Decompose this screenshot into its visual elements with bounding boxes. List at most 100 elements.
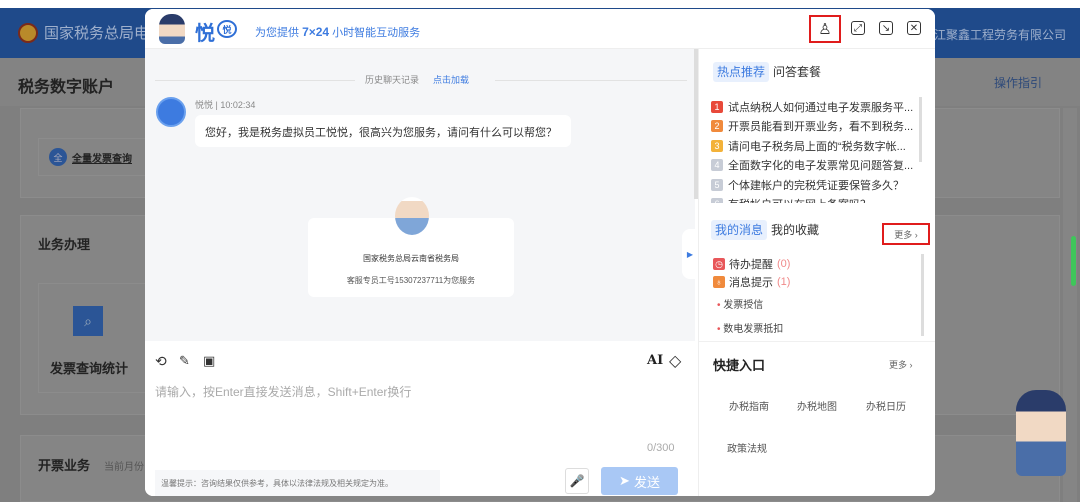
edit-icon[interactable]: ✎ xyxy=(179,353,190,369)
hot-question[interactable]: 1 试点纳税人如何通过电子发票服务平... xyxy=(711,97,919,117)
tab-hot[interactable]: 热点推荐 xyxy=(713,62,770,82)
hot-question[interactable]: 6 有税帐户可以在网上备案吗？ xyxy=(711,195,919,203)
calendar-icon[interactable]: ▣ xyxy=(203,353,215,369)
hot-question-text: 全面数字化的电子发票常见问题答复... xyxy=(728,160,914,173)
microphone-icon: 🎤 xyxy=(569,474,585,488)
hot-question-text: 请问电子税务局上面的“税务数字帐... xyxy=(728,140,906,153)
dialog-header: 悦 悦 为您提供 7×24 小时智能互动服务 ♙ ⤢ ↘ ✕ xyxy=(145,9,935,49)
divider xyxy=(699,341,935,342)
hot-question[interactable]: 3 请问电子税务局上面的“税务数字帐... xyxy=(711,136,919,156)
expand-button[interactable]: ⤢ xyxy=(851,21,865,35)
message-notice[interactable]: ♁ 消息提示 (1) xyxy=(713,274,790,290)
logo-badge-icon: 悦 xyxy=(217,20,237,38)
hot-tabs: 热点推荐 问答套餐 xyxy=(713,62,821,82)
hot-question-text: 开票员能看到开票业务，看不到税务... xyxy=(728,121,914,134)
page-title: 税务数字账户 xyxy=(18,79,115,96)
agent-photo xyxy=(395,197,429,235)
billing-heading: 开票业务 xyxy=(38,458,91,473)
eraser-icon[interactable]: ◇ xyxy=(669,351,681,371)
mascot-avatar-icon xyxy=(159,14,185,44)
notice-item-label: 数电发票抵扣 xyxy=(723,324,784,335)
close-button[interactable]: ✕ xyxy=(907,21,921,35)
invoice-stats-icon: ⌕ xyxy=(73,306,103,336)
tagline-suffix: 小时智能互动服务 xyxy=(329,27,421,39)
messages-more-button[interactable]: 更多 › xyxy=(882,223,930,245)
site-brand[interactable]: 国家税务总局电 xyxy=(18,22,149,43)
service-icon[interactable]: ⟲ xyxy=(155,353,167,370)
clock-icon: ◷ xyxy=(713,258,725,270)
tagline-bold: 7×24 xyxy=(302,25,330,39)
message-scrollbar[interactable] xyxy=(921,254,924,336)
emblem-icon xyxy=(18,22,38,43)
assistant-mascot-icon[interactable] xyxy=(1016,390,1066,476)
hot-question-text: 有税帐户可以在网上备案吗？ xyxy=(728,196,871,203)
billing-sub: 当前月份 xyxy=(104,462,144,473)
todo-label: 待办提醒 xyxy=(729,259,773,271)
scroll-thumb[interactable] xyxy=(1071,236,1076,286)
notice-count: (1) xyxy=(777,276,791,288)
tagline: 为您提供 7×24 小时智能互动服务 xyxy=(255,24,420,40)
hot-question[interactable]: 4 全面数字化的电子发票常见问题答复... xyxy=(711,156,919,176)
notice-item[interactable]: • 数电发票抵扣 xyxy=(717,320,783,335)
agent-id: 客服专员工号15307237711为您服务 xyxy=(346,276,476,285)
guide-link[interactable]: 操作指引 xyxy=(994,74,1042,91)
expand-icon: ⤢ xyxy=(854,22,862,34)
history-label: 历史聊天记录 xyxy=(365,75,420,85)
bot-meta: 悦悦 | 10:02:34 xyxy=(195,100,256,110)
send-label: 发送 xyxy=(633,474,660,490)
panel-toggle-button[interactable]: ▶ xyxy=(682,229,698,279)
message-input[interactable]: 请输入，按Enter直接发送消息，Shift+Enter换行 xyxy=(155,383,685,443)
invoice-query-label: 全量发票查询 xyxy=(72,153,132,165)
user-icon: ♙ xyxy=(818,21,832,38)
quick-tax-calendar[interactable]: 办税日历 xyxy=(866,398,906,413)
notice-item[interactable]: • 发票授信 xyxy=(717,296,763,311)
tab-my-favorites[interactable]: 我的收藏 xyxy=(771,223,819,237)
bot-avatar xyxy=(156,97,186,127)
rank-badge: 6 xyxy=(711,198,723,203)
chat-dialog: 悦 悦 为您提供 7×24 小时智能互动服务 ♙ ⤢ ↘ ✕ 历史聊天记录 点击… xyxy=(145,9,935,496)
tab-qa-package[interactable]: 问答套餐 xyxy=(773,65,821,79)
quick-tax-guide[interactable]: 办税指南 xyxy=(729,398,769,413)
divider xyxy=(155,80,355,81)
bulb-icon: ♁ xyxy=(713,276,725,288)
hot-list: 1 试点纳税人如何通过电子发票服务平... 2 开票员能看到开票业务，看不到税务...… xyxy=(711,97,919,203)
minimize-button[interactable]: ↘ xyxy=(879,21,893,35)
tagline-prefix: 为您提供 xyxy=(255,27,303,39)
microphone-button[interactable]: 🎤 xyxy=(565,468,589,494)
input-area: ⟲ ✎ ▣ AI ◇ 请输入，按Enter直接发送消息，Shift+Enter换… xyxy=(145,341,695,496)
quick-more-link[interactable]: 更多 › xyxy=(889,358,913,371)
invoice-query-icon: 全 xyxy=(49,148,67,166)
tab-my-messages[interactable]: 我的消息 xyxy=(711,220,768,240)
notice-item-label: 发票授信 xyxy=(723,300,764,311)
rank-badge: 1 xyxy=(711,100,723,113)
chat-area: 历史聊天记录 点击加载 悦悦 | 10:02:34 您好，我是税务虚拟员工悦悦，… xyxy=(145,49,698,341)
hot-question[interactable]: 5 个体建帐户的完税凭证要保管多久？ xyxy=(711,175,919,195)
ai-button[interactable]: AI xyxy=(647,353,663,368)
notice-label: 消息提示 xyxy=(729,277,773,289)
user-profile-button[interactable]: ♙ xyxy=(809,15,841,43)
hot-question[interactable]: 2 开票员能看到开票业务，看不到税务... xyxy=(711,117,919,137)
caret-right-icon: ▶ xyxy=(686,249,694,259)
logo-text: 悦 xyxy=(195,23,215,45)
rank-badge: 4 xyxy=(711,159,723,172)
send-button[interactable]: ➤ 发送 xyxy=(601,467,678,495)
load-history-link[interactable]: 点击加载 xyxy=(433,73,469,86)
todo-reminder[interactable]: ◷ 待办提醒 (0) xyxy=(713,256,790,272)
rank-badge: 5 xyxy=(711,178,723,191)
quick-tax-map[interactable]: 办税地图 xyxy=(797,398,837,413)
send-icon: ➤ xyxy=(619,473,630,488)
invoice-query-button[interactable]: 全全量发票查询 xyxy=(38,138,148,176)
char-count: 0/300 xyxy=(647,442,675,454)
invoice-stats-label: 发票查询统计 xyxy=(50,361,129,376)
quick-policy[interactable]: 政策法规 xyxy=(727,440,767,455)
side-panel: 热点推荐 问答套餐 1 试点纳税人如何通过电子发票服务平... 2 开票员能看到开票业务… xyxy=(698,49,935,496)
hot-question-text: 个体建帐户的完税凭证要保管多久？ xyxy=(728,179,904,192)
company-name: 市江聚鑫工程劳务有限公司 xyxy=(921,28,1066,42)
rank-badge: 3 xyxy=(711,139,723,152)
top-strip xyxy=(0,0,1080,8)
message-tabs: 我的消息 我的收藏 xyxy=(711,220,819,240)
agent-org: 国家税务总局云南省税务局 xyxy=(363,254,459,263)
hot-scrollbar[interactable] xyxy=(919,97,922,162)
rank-badge: 2 xyxy=(711,120,723,133)
todo-count: (0) xyxy=(777,258,791,270)
